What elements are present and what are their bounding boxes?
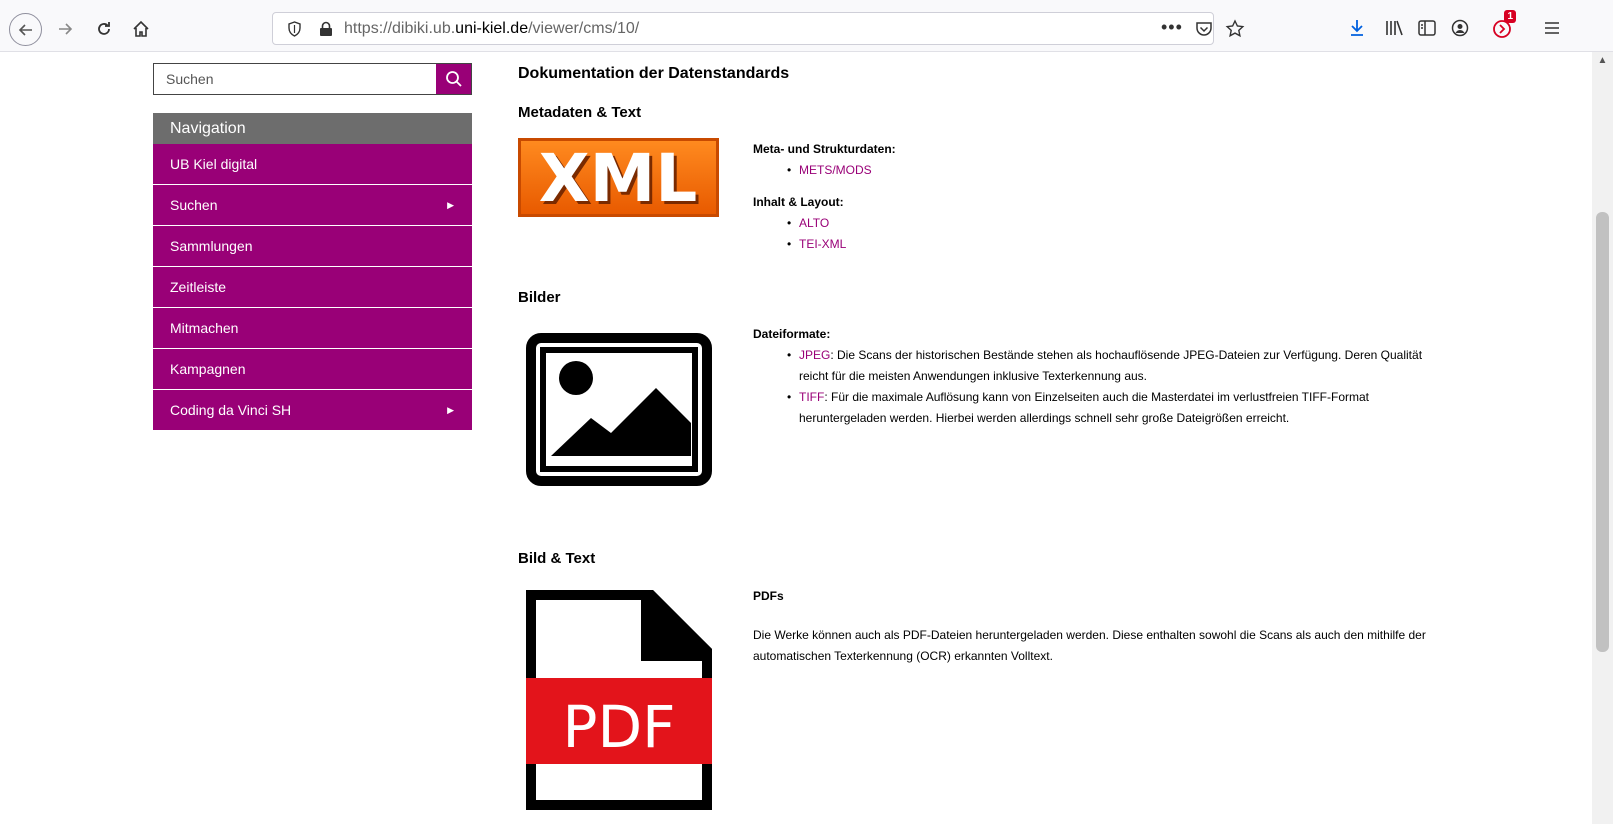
arrow-right-icon [59,23,73,35]
link-tiff[interactable]: TIFF [799,390,824,404]
image-icon [526,333,712,486]
search-input[interactable] [154,64,436,94]
scroll-up-arrow-icon[interactable]: ▲ [1592,52,1613,68]
caret-right-icon: ▶ [447,200,454,210]
sidebar-item-mitmachen[interactable]: Mitmachen [153,308,472,349]
tracking-shield-icon[interactable] [287,21,302,42]
link-alto[interactable]: ALTO [799,216,829,230]
image-formats: Dateiformate: JPEG: Die Scans der histor… [753,324,1433,429]
meta-structure-label: Meta- und Strukturdaten: [753,142,896,156]
library-icon[interactable] [1382,16,1406,40]
url-text[interactable]: https://dibiki.ub.uni-kiel.de/viewer/cms… [344,20,639,38]
tiff-description: : Für die maximale Auflösung kann von Ei… [799,390,1370,425]
caret-right-icon: ▶ [447,405,454,415]
sidebar-item-ub-kiel-digital[interactable]: UB Kiel digital [153,144,472,185]
notification-badge: 1 [1504,10,1516,23]
sidebar-item-coding-da-vinci[interactable]: Coding da Vinci SH ▶ [153,390,472,431]
file-formats-label: Dateiformate: [753,327,831,341]
xml-logo-icon: XML XML [518,138,719,217]
pdf-description: Die Werke können auch als PDF-Dateien he… [753,628,1426,663]
tiff-item: TIFF: Für die maximale Auflösung kann vo… [753,387,1433,429]
content-layout-label: Inhalt & Layout: [753,195,844,209]
bookmark-star-icon[interactable] [1225,19,1245,44]
home-button[interactable] [128,16,154,42]
sidebar-icon[interactable] [1415,16,1439,40]
reload-icon [98,22,110,35]
section-heading-metadata: Metadaten & Text [518,104,642,121]
url-bar[interactable]: https://dibiki.ub.uni-kiel.de/viewer/cms… [272,12,1245,45]
page-actions-menu[interactable]: ••• [1161,17,1183,38]
back-button[interactable] [9,13,42,46]
section-heading-image-text: Bild & Text [518,550,596,567]
sidebar-item-sammlungen[interactable]: Sammlungen [153,226,472,267]
forward-button[interactable] [52,16,78,42]
url-domain: uni-kiel.de [455,20,529,37]
link-tei-xml[interactable]: TEI-XML [799,237,846,251]
page-scrollbar[interactable]: ▲ [1592,52,1613,824]
xml-logo-text: XML [539,140,698,217]
pdf-badge-text: PDF [563,693,676,761]
url-suffix: /viewer/cms/10/ [528,20,640,37]
scroll-thumb[interactable] [1596,212,1609,652]
sidebar-item-label: Sammlungen [170,238,253,254]
sidebar-item-label: Suchen [170,197,218,213]
search-form [153,63,472,95]
jpeg-description: : Die Scans der historischen Bestände st… [799,348,1423,383]
jpeg-item: JPEG: Die Scans der historischen Beständ… [753,345,1433,387]
search-icon [445,71,462,87]
extension-icon[interactable]: 1 [1490,10,1516,40]
metadata-details: Meta- und Strukturdaten: METS/MODS Inhal… [753,139,1433,255]
pdf-file-icon: PDF [526,590,712,810]
download-icon[interactable] [1345,16,1369,40]
arrow-left-icon [18,23,32,36]
menu-icon[interactable] [1540,16,1564,40]
search-button[interactable] [436,64,471,94]
link-jpeg[interactable]: JPEG [799,348,830,362]
sidebar-item-label: Zeitleiste [170,279,227,295]
lock-icon[interactable] [319,21,333,42]
sidebar-item-label: Mitmachen [170,320,239,336]
browser-toolbar: https://dibiki.ub.uni-kiel.de/viewer/cms… [0,0,1613,52]
link-mets-mods[interactable]: METS/MODS [799,163,872,177]
reload-button[interactable] [91,16,117,42]
pdf-details: PDFs Die Werke können auch als PDF-Datei… [753,586,1433,667]
sidebar-item-kampagnen[interactable]: Kampagnen [153,349,472,390]
page-title: Dokumentation der Datenstandards [518,65,790,82]
section-heading-images: Bilder [518,289,561,306]
navigation-title: Navigation [153,113,472,144]
url-prefix: https://dibiki.ub. [344,20,456,37]
pocket-icon[interactable] [1195,21,1213,42]
sidebar-item-label: Coding da Vinci SH [170,402,292,418]
sidebar-item-label: UB Kiel digital [170,156,258,172]
sidebar-item-zeitleiste[interactable]: Zeitleiste [153,267,472,308]
sidebar-navigation: Navigation UB Kiel digital Suchen ▶ Samml… [153,113,472,431]
sidebar-item-label: Kampagnen [170,361,246,377]
pdfs-label: PDFs [753,589,784,603]
account-icon[interactable] [1448,16,1472,40]
home-icon [133,20,149,37]
sidebar-item-suchen[interactable]: Suchen ▶ [153,185,472,226]
